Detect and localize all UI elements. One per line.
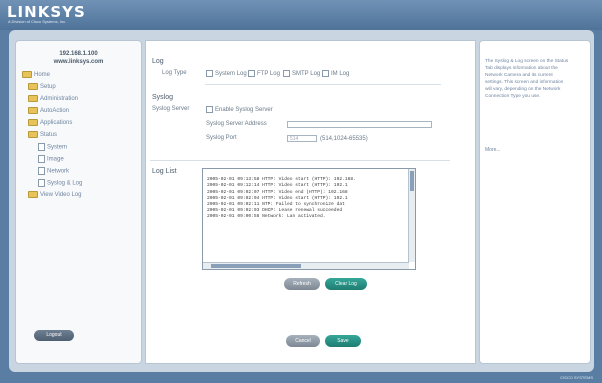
page-icon [38, 155, 45, 163]
option-label: IM Log [331, 71, 350, 78]
log-type-label: Log Type [162, 70, 187, 76]
log-list-text: 2005-02-01 09:13:58 HTTP: Video start (H… [207, 171, 356, 221]
log-heading: Log [152, 58, 164, 65]
sidebar-item-applications[interactable]: Applications [28, 119, 72, 126]
checkbox-icon[interactable] [248, 70, 255, 77]
horizontal-scrollbar[interactable] [203, 262, 409, 269]
syslog-server-label: Syslog Server [152, 106, 190, 112]
page-icon [38, 143, 45, 151]
help-more-link[interactable]: More... [485, 147, 501, 153]
log-list-heading: Log List [152, 168, 177, 175]
enable-syslog-option[interactable]: Enable Syslog Server [206, 106, 273, 113]
log-line: 2005-02-01 09:02:03 DHCP: Lease renewal … [207, 208, 343, 214]
sidebar-item-autoaction[interactable]: AutoAction [28, 107, 69, 114]
help-text: The Syslog & Log screen on the Status Ta… [485, 59, 569, 99]
device-ip: 192.168.1.100 [59, 51, 98, 57]
folder-icon [28, 191, 38, 198]
checkbox-icon[interactable] [206, 70, 213, 77]
im-log-option[interactable]: IM Log [322, 70, 349, 77]
syslog-address-input[interactable] [287, 121, 432, 128]
sidebar: 192.168.1.100 www.linksys.com Home Setup… [15, 40, 142, 364]
sidebar-item-setup[interactable]: Setup [28, 83, 56, 90]
sidebar-item-label: View Video Log [40, 192, 82, 199]
tagline: A Division of Cisco Systems, Inc. [8, 19, 67, 24]
smtp-log-option[interactable]: SMTP Log [283, 70, 320, 77]
sidebar-item-syslog-log[interactable]: Syslog & Log [38, 179, 82, 187]
page-icon [38, 179, 45, 187]
clear-log-button[interactable]: Clear Log [325, 278, 367, 290]
option-label: SMTP Log [292, 71, 321, 78]
log-list-box[interactable]: 2005-02-01 09:13:58 HTTP: Video start (H… [202, 168, 416, 270]
refresh-button[interactable]: Refresh [284, 278, 320, 290]
page-icon [38, 167, 45, 175]
sidebar-item-label: Setup [40, 84, 56, 91]
folder-icon [28, 119, 38, 126]
sidebar-item-view-video-log[interactable]: View Video Log [28, 191, 81, 198]
scroll-thumb[interactable] [410, 171, 414, 191]
sidebar-item-status[interactable]: Status [28, 131, 57, 138]
option-label: Enable Syslog Server [215, 107, 273, 114]
sidebar-item-label: Syslog & Log [47, 180, 83, 187]
sidebar-item-label: Home [34, 72, 51, 79]
folder-icon [28, 95, 38, 102]
folder-icon [28, 107, 38, 114]
sidebar-item-label: Administration [40, 96, 79, 103]
cisco-logo: CISCO SYSTEMS [560, 375, 593, 380]
sidebar-item-home[interactable]: Home [22, 71, 50, 78]
device-host: www.linksys.com [53, 59, 104, 65]
logout-button[interactable]: Logout [34, 330, 74, 341]
ftp-log-option[interactable]: FTP Log [248, 70, 280, 77]
checkbox-icon[interactable] [206, 106, 213, 113]
log-line: 2005-02-01 09:02:07 HTTP: Video end (HTT… [207, 189, 348, 195]
divider [150, 160, 450, 161]
syslog-port-input[interactable]: 514 [287, 135, 317, 142]
sidebar-item-image[interactable]: Image [38, 155, 64, 163]
vertical-scrollbar[interactable] [408, 169, 415, 262]
sidebar-item-label: System [47, 144, 68, 151]
log-line: 2005-02-01 09:13:58 HTTP: Video start (H… [207, 177, 356, 183]
log-line: 2005-02-01 09:02:11 NTP: Failed to synch… [207, 202, 345, 208]
system-log-option[interactable]: System Log [206, 70, 247, 77]
syslog-port-label: Syslog Port [206, 135, 237, 141]
header-bar: LINKSYS A Division of Cisco Systems, Inc… [0, 0, 602, 30]
sidebar-item-administration[interactable]: Administration [28, 95, 78, 102]
sidebar-item-system[interactable]: System [38, 143, 67, 151]
checkbox-icon[interactable] [322, 70, 329, 77]
syslog-port-hint: (514,1024-65535) [320, 136, 368, 142]
syslog-heading: Syslog [152, 94, 174, 101]
syslog-address-label: Syslog Server Address [206, 121, 267, 127]
home-icon [22, 71, 32, 78]
sidebar-item-network[interactable]: Network [38, 167, 69, 175]
cancel-button[interactable]: Cancel [286, 335, 320, 347]
scroll-thumb[interactable] [211, 264, 301, 268]
folder-open-icon [28, 131, 38, 138]
log-line: 2005-02-01 09:00:58 Network: Lan activat… [207, 214, 326, 220]
checkbox-icon[interactable] [283, 70, 290, 77]
save-button[interactable]: Save [325, 335, 361, 347]
sidebar-item-label: Status [40, 132, 58, 139]
option-label: FTP Log [257, 71, 280, 78]
divider [205, 84, 441, 85]
sidebar-item-label: Image [47, 156, 64, 163]
folder-icon [28, 83, 38, 90]
option-label: System Log [215, 71, 247, 78]
sidebar-item-label: Applications [40, 120, 73, 127]
sidebar-item-label: AutoAction [40, 108, 70, 115]
log-line: 2005-02-01 09:12:14 HTTP: Video start (H… [207, 183, 348, 189]
sidebar-item-label: Network [47, 168, 70, 175]
log-line: 2005-02-01 09:02:04 HTTP: Video start (H… [207, 195, 348, 201]
